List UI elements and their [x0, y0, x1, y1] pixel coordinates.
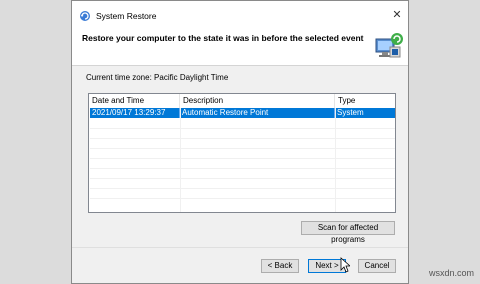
- window-title: System Restore: [96, 11, 157, 21]
- column-description[interactable]: Description: [180, 94, 335, 108]
- close-icon[interactable]: ✕: [390, 8, 404, 22]
- grid-line: [90, 128, 395, 129]
- header-text: Restore your computer to the state it wa…: [82, 33, 364, 43]
- header-divider: [72, 65, 408, 66]
- table-row[interactable]: 2021/09/17 13:29:37 Automatic Restore Po…: [90, 108, 395, 118]
- restore-computer-icon: [374, 31, 404, 61]
- column-type[interactable]: Type: [335, 94, 395, 108]
- header-panel: Restore your computer to the state it wa…: [72, 31, 408, 65]
- column-date-time[interactable]: Date and Time: [89, 94, 180, 108]
- grid-line: [90, 178, 395, 179]
- timezone-label: Current time zone: Pacific Daylight Time: [86, 73, 229, 82]
- restore-points-list[interactable]: Date and Time Description Type 2021/09/1…: [88, 93, 396, 213]
- grid-line: [90, 148, 395, 149]
- scan-affected-programs-button[interactable]: Scan for affected programs: [301, 221, 395, 244]
- footer-divider: [72, 247, 408, 248]
- watermark: wsxdn.com: [428, 268, 474, 278]
- grid-line: [90, 158, 395, 159]
- system-restore-icon: [79, 10, 91, 22]
- back-button[interactable]: < Back: [261, 259, 299, 273]
- grid-line: [90, 188, 395, 189]
- grid-line: [90, 168, 395, 169]
- title-bar: System Restore ✕: [72, 1, 408, 31]
- column-divider: [180, 108, 181, 212]
- grid-line: [90, 138, 395, 139]
- grid-line: [90, 198, 395, 199]
- column-divider: [335, 108, 336, 212]
- system-restore-window: System Restore ✕ Restore your computer t…: [71, 0, 409, 284]
- cell-description: Automatic Restore Point: [180, 108, 335, 118]
- cell-type: System: [337, 108, 364, 117]
- mouse-cursor-icon: [340, 257, 352, 273]
- cancel-button[interactable]: Cancel: [358, 259, 396, 273]
- cell-date-time: 2021/09/17 13:29:37: [90, 108, 180, 118]
